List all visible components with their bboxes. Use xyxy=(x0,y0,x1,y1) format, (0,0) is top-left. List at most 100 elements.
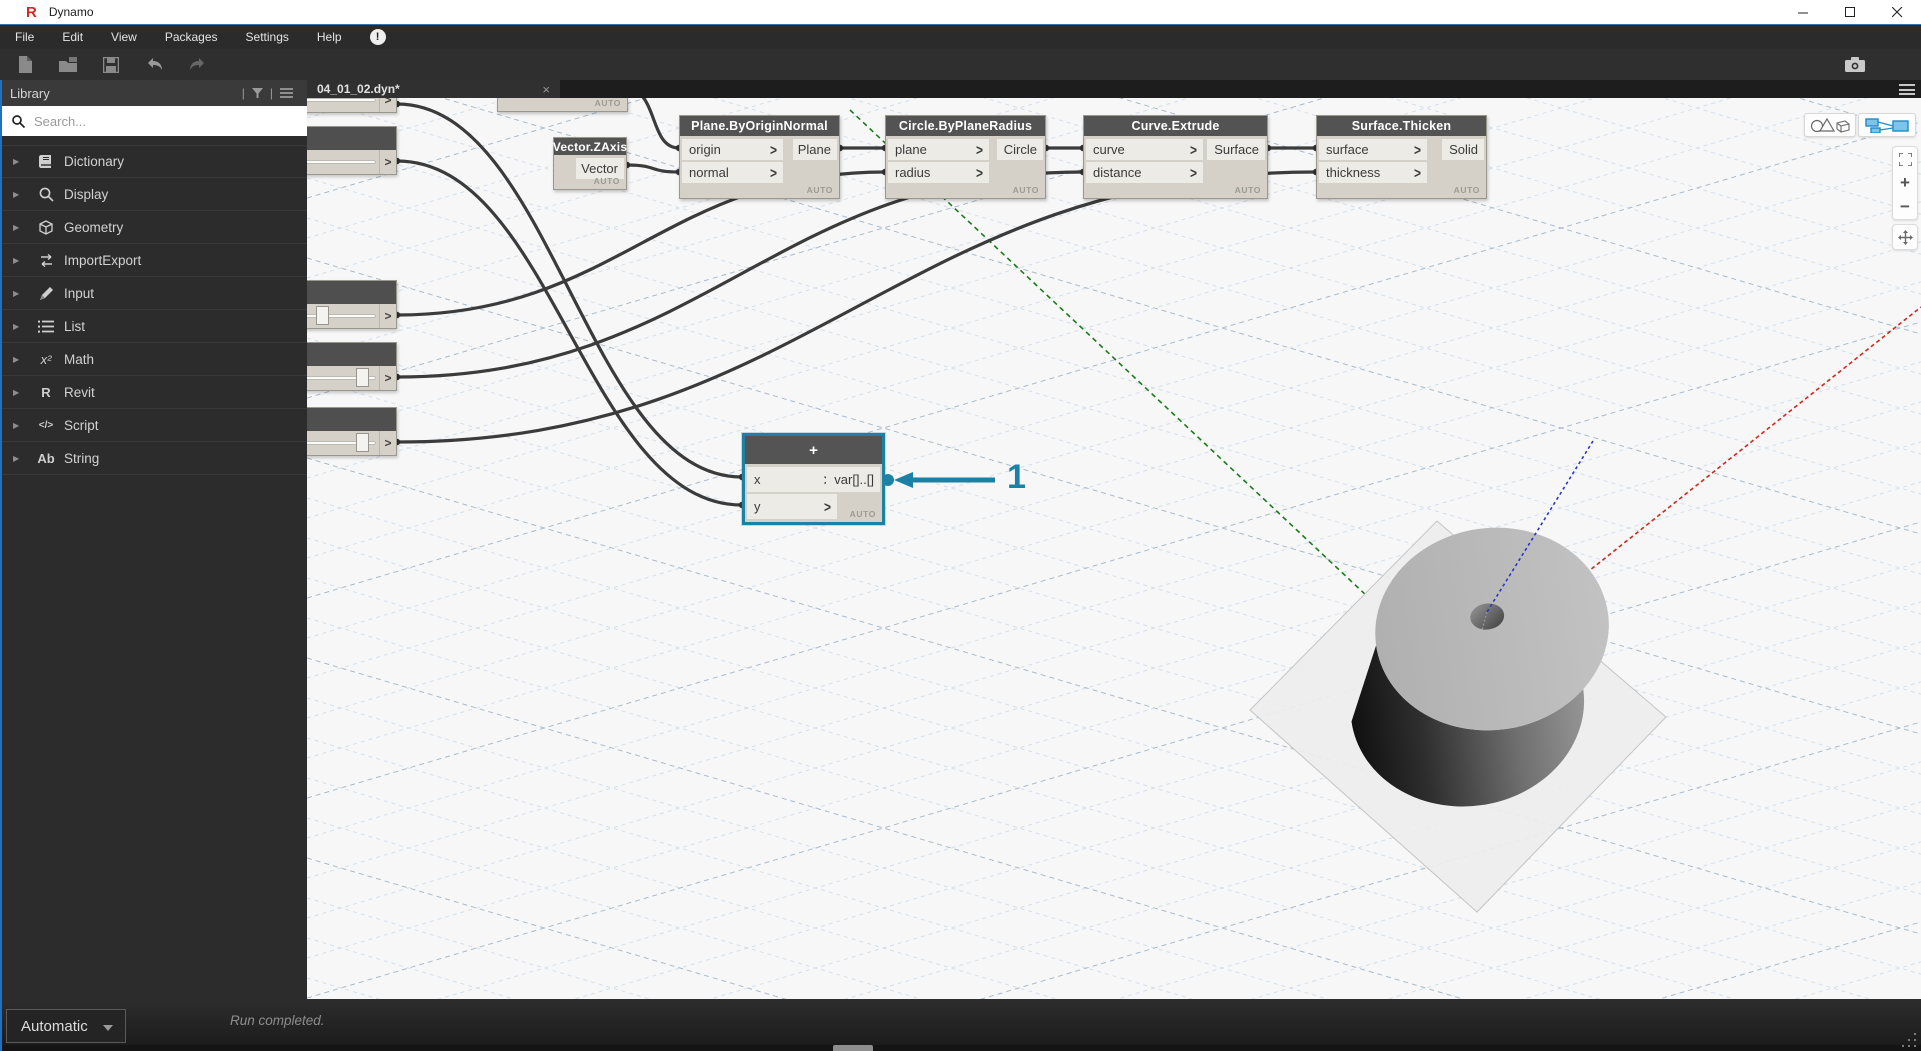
slider-track[interactable] xyxy=(307,160,376,164)
menu-help[interactable]: Help xyxy=(303,25,356,49)
run-mode-dropdown[interactable]: Automatic xyxy=(6,1009,126,1043)
input-port-thickness[interactable]: thickness> xyxy=(1319,162,1427,183)
zoom-in-button[interactable]: + xyxy=(1892,171,1918,195)
slider-handle[interactable] xyxy=(316,306,329,325)
menu-packages[interactable]: Packages xyxy=(151,25,232,49)
input-port-distance[interactable]: distance> xyxy=(1086,162,1203,183)
graph-canvas[interactable]: Vector.ZAxisVectorAUTOPlane.ByOriginNorm… xyxy=(307,98,1921,999)
output-port-solid[interactable]: Solid xyxy=(1442,139,1484,160)
expand-arrow-icon[interactable]: ▶ xyxy=(13,256,19,265)
input-port-x[interactable]: x> xyxy=(747,467,837,492)
expand-arrow-icon[interactable]: ▶ xyxy=(13,223,19,232)
sidebar-item-display[interactable]: ▶Display xyxy=(0,178,307,211)
input-port-surface[interactable]: surface> xyxy=(1319,139,1427,160)
expand-arrow-icon[interactable]: ▶ xyxy=(13,322,19,331)
output-port-surface[interactable]: Surface xyxy=(1207,139,1265,160)
node-plane-byoriginnormal[interactable]: Plane.ByOriginNormalorigin>normal>PlaneA… xyxy=(679,115,840,199)
node-curve-extrude[interactable]: Curve.Extrudecurve>distance>SurfaceAUTO xyxy=(1083,115,1268,199)
input-port-curve[interactable]: curve> xyxy=(1086,139,1203,160)
output-port-circle[interactable]: Circle xyxy=(997,139,1043,160)
open-file-icon[interactable] xyxy=(55,54,81,76)
node--[interactable]: +x>y>var[]..[]AUTO xyxy=(742,433,885,525)
output-port[interactable]: > xyxy=(379,150,396,174)
expand-arrow-icon[interactable]: ▶ xyxy=(13,421,19,430)
minimize-button[interactable] xyxy=(1780,0,1827,24)
expand-arrow-icon[interactable]: ▶ xyxy=(13,388,19,397)
expand-arrow-icon[interactable]: ▶ xyxy=(13,355,19,364)
number-slider-node[interactable]: > xyxy=(307,342,397,391)
node-title xyxy=(307,343,396,366)
node-vector-zaxis[interactable]: Vector.ZAxisVectorAUTO xyxy=(553,137,627,190)
toolbar xyxy=(0,49,1921,80)
sidebar-item-label: Math xyxy=(64,352,94,367)
save-icon[interactable] xyxy=(98,54,124,76)
filter-icon[interactable] xyxy=(252,88,263,99)
tab-04-01-02[interactable]: 04_01_02.dyn* × xyxy=(307,80,560,98)
sidebar-item-string[interactable]: ▶AbString xyxy=(0,442,307,475)
node-cutoff-top[interactable]: AUTO xyxy=(497,98,628,112)
sidebar-item-geometry[interactable]: ▶Geometry xyxy=(0,211,307,244)
maximize-button[interactable] xyxy=(1827,0,1874,24)
number-slider-node[interactable]: > xyxy=(307,98,397,113)
new-file-icon[interactable] xyxy=(12,54,38,76)
menubar: File Edit View Packages Settings Help ! xyxy=(0,24,1921,49)
number-slider-node[interactable]: > xyxy=(307,407,397,456)
slider-handle[interactable] xyxy=(356,433,369,452)
notifications-icon[interactable]: ! xyxy=(370,29,386,45)
tab-close-icon[interactable]: × xyxy=(542,83,550,96)
sidebar-item-importexport[interactable]: ▶ImportExport xyxy=(0,244,307,277)
expand-arrow-icon[interactable]: ▶ xyxy=(13,157,19,166)
sidebar-item-list[interactable]: ▶ List xyxy=(0,310,307,343)
sidebar-item-math[interactable]: ▶x²Math xyxy=(0,343,307,376)
output-port-plane[interactable]: Plane xyxy=(793,139,837,160)
sidebar-item-script[interactable]: ▶</>Script xyxy=(0,409,307,442)
sidebar-item-dictionary[interactable]: ▶Dictionary xyxy=(0,145,307,178)
graph-view-button-active[interactable] xyxy=(1858,113,1916,137)
node-title: + xyxy=(745,436,882,464)
zoom-out-button[interactable]: − xyxy=(1892,195,1918,219)
resize-grip[interactable] xyxy=(1900,1031,1918,1049)
menu-view[interactable]: View xyxy=(97,25,151,49)
sidebar-item-input[interactable]: ▶Input xyxy=(0,277,307,310)
output-port[interactable]: > xyxy=(379,98,396,112)
node-surface-thicken[interactable]: Surface.Thickensurface>thickness>SolidAU… xyxy=(1316,115,1487,199)
node-circle-byplaneradius[interactable]: Circle.ByPlaneRadiusplane>radius>CircleA… xyxy=(885,115,1046,199)
export-workspace-camera-icon[interactable] xyxy=(1841,53,1869,75)
expand-arrow-icon[interactable]: ▶ xyxy=(13,190,19,199)
geometry-view-button[interactable] xyxy=(1804,113,1856,137)
number-slider-node[interactable]: > xyxy=(307,126,397,175)
output-port-var-[interactable]: var[]..[] xyxy=(826,467,880,492)
undo-icon[interactable] xyxy=(141,54,167,76)
chevron-right-icon: > xyxy=(770,141,777,159)
output-port[interactable]: > xyxy=(379,431,396,455)
chevron-right-icon: > xyxy=(770,164,777,182)
slider-handle[interactable] xyxy=(356,368,369,387)
number-slider-node[interactable]: > xyxy=(307,280,397,329)
input-port-plane[interactable]: plane> xyxy=(888,139,989,160)
expand-arrow-icon[interactable]: ▶ xyxy=(13,454,19,463)
input-port-origin[interactable]: origin> xyxy=(682,139,783,160)
output-port[interactable]: > xyxy=(379,304,396,328)
output-port[interactable]: > xyxy=(379,366,396,390)
close-button[interactable] xyxy=(1874,0,1921,24)
search-input[interactable] xyxy=(34,114,264,129)
library-menu-icon[interactable] xyxy=(280,88,293,99)
redo-icon[interactable] xyxy=(184,54,210,76)
library-search[interactable] xyxy=(0,106,307,136)
slider-track[interactable] xyxy=(307,98,376,102)
zoom-fit-button[interactable] xyxy=(1892,147,1918,171)
sidebar-item-label: List xyxy=(64,319,85,334)
workspace-menu-icon[interactable] xyxy=(1899,84,1915,95)
menu-settings[interactable]: Settings xyxy=(232,25,303,49)
sidebar-item-revit[interactable]: ▶RRevit xyxy=(0,376,307,409)
input-port-y[interactable]: y> xyxy=(747,494,837,519)
menu-file[interactable]: File xyxy=(0,25,48,49)
arrows-swap-icon xyxy=(36,251,56,269)
menu-edit[interactable]: Edit xyxy=(48,25,97,49)
input-port-radius[interactable]: radius> xyxy=(888,162,989,183)
expand-arrow-icon[interactable]: ▶ xyxy=(13,289,19,298)
input-port-normal[interactable]: normal> xyxy=(682,162,783,183)
window-left-edge xyxy=(0,80,2,1051)
lacing-auto-label: AUTO xyxy=(807,185,833,195)
pan-button[interactable] xyxy=(1892,224,1918,250)
